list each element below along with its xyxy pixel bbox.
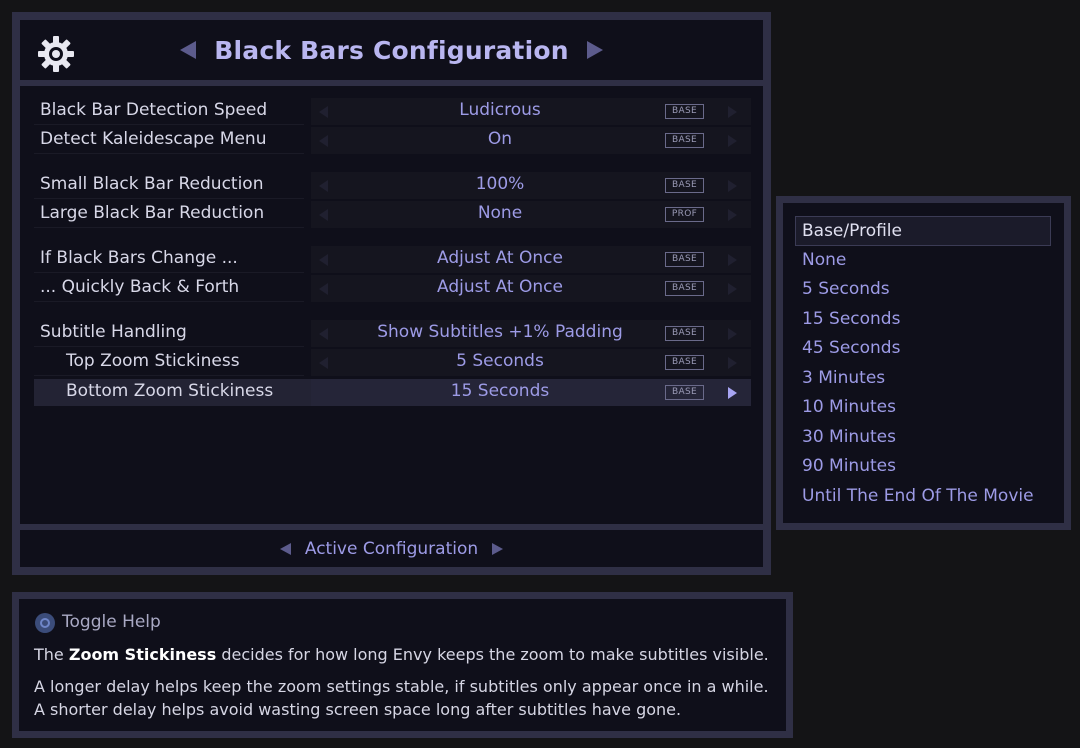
- options-dropdown: Base/Profile None 5 Seconds 15 Seconds 4…: [776, 196, 1071, 530]
- arrow-right-icon[interactable]: [728, 135, 737, 147]
- help-text-line-3: A shorter delay helps avoid wasting scre…: [34, 700, 682, 719]
- option-item[interactable]: 10 Minutes: [795, 393, 1051, 423]
- setting-row-subtitle-handling[interactable]: Subtitle Handling Show Subtitles +1% Pad…: [34, 320, 751, 347]
- setting-label: Bottom Zoom Stickiness: [66, 381, 274, 401]
- option-item[interactable]: 15 Seconds: [795, 305, 1051, 335]
- base-badge: BASE: [665, 281, 704, 296]
- setting-label: ... Quickly Back & Forth: [40, 277, 240, 297]
- setting-value-box[interactable]: None PROF: [311, 201, 751, 228]
- settings-list: Black Bar Detection Speed Ludicrous BASE…: [20, 86, 763, 524]
- arrow-right-icon[interactable]: [728, 328, 737, 340]
- setting-label: Subtitle Handling: [40, 322, 187, 342]
- previous-page-arrow-icon[interactable]: [180, 41, 197, 59]
- footer-bar: Active Configuration: [20, 530, 763, 567]
- help-text-line-2: A longer delay helps keep the zoom setti…: [34, 677, 769, 696]
- setting-label: Large Black Bar Reduction: [40, 203, 265, 223]
- setting-row-detect-kaleidescape-menu[interactable]: Detect Kaleidescape Menu On BASE: [34, 127, 751, 154]
- setting-label: If Black Bars Change ...: [40, 248, 238, 268]
- option-item[interactable]: 45 Seconds: [795, 334, 1051, 364]
- setting-value: On: [487, 129, 513, 149]
- setting-label: Detect Kaleidescape Menu: [40, 129, 267, 149]
- setting-value-box[interactable]: On BASE: [311, 127, 751, 154]
- help-circle-icon[interactable]: [35, 613, 55, 633]
- setting-row-detection-speed[interactable]: Black Bar Detection Speed Ludicrous BASE: [34, 98, 751, 125]
- setting-row-small-bar-reduction[interactable]: Small Black Bar Reduction 100% BASE: [34, 172, 751, 199]
- setting-label: Small Black Bar Reduction: [40, 174, 264, 194]
- setting-value-box[interactable]: Show Subtitles +1% Padding BASE: [311, 320, 751, 347]
- arrow-right-icon[interactable]: [728, 254, 737, 266]
- setting-row-quickly-back-forth[interactable]: ... Quickly Back & Forth Adjust At Once …: [34, 275, 751, 302]
- setting-row-bottom-zoom-stickiness[interactable]: Bottom Zoom Stickiness 15 Seconds BASE: [34, 379, 751, 406]
- option-item-selected[interactable]: Base/Profile: [795, 216, 1051, 246]
- setting-value: Adjust At Once: [437, 248, 563, 268]
- setting-value-box[interactable]: Adjust At Once BASE: [311, 246, 751, 273]
- setting-value: 100%: [475, 174, 525, 194]
- setting-row-top-zoom-stickiness[interactable]: Top Zoom Stickiness 5 Seconds BASE: [34, 349, 751, 376]
- arrow-right-icon[interactable]: [728, 357, 737, 369]
- arrow-right-icon[interactable]: [728, 387, 737, 399]
- option-item[interactable]: 5 Seconds: [795, 275, 1051, 305]
- next-configuration-arrow-icon[interactable]: [492, 542, 504, 555]
- setting-label: Black Bar Detection Speed: [40, 100, 268, 120]
- previous-configuration-arrow-icon[interactable]: [279, 542, 291, 555]
- help-text-line-1: The Zoom Stickiness decides for how long…: [34, 645, 769, 664]
- base-badge: BASE: [665, 355, 704, 370]
- base-badge: BASE: [665, 178, 704, 193]
- base-badge: BASE: [665, 326, 704, 341]
- base-badge: BASE: [665, 104, 704, 119]
- setting-value: 5 Seconds: [456, 351, 544, 371]
- setting-value-box[interactable]: 5 Seconds BASE: [311, 349, 751, 376]
- active-configuration-label[interactable]: Active Configuration: [305, 539, 478, 559]
- setting-value-box[interactable]: Ludicrous BASE: [311, 98, 751, 125]
- profile-badge: PROF: [665, 207, 704, 222]
- setting-row-if-black-bars-change[interactable]: If Black Bars Change ... Adjust At Once …: [34, 246, 751, 273]
- option-item[interactable]: 90 Minutes: [795, 452, 1051, 482]
- option-item[interactable]: Until The End Of The Movie: [795, 482, 1051, 512]
- help-panel: Toggle Help The Zoom Stickiness decides …: [12, 592, 793, 738]
- arrow-right-icon[interactable]: [728, 106, 737, 118]
- setting-value: None: [477, 203, 523, 223]
- setting-row-large-bar-reduction[interactable]: Large Black Bar Reduction None PROF: [34, 201, 751, 228]
- base-badge: BASE: [665, 133, 704, 148]
- arrow-right-icon[interactable]: [728, 209, 737, 221]
- main-panel: Black Bars Configuration Black Bar Detec…: [12, 12, 771, 575]
- setting-value-box[interactable]: Adjust At Once BASE: [311, 275, 751, 302]
- title-bar: Black Bars Configuration: [20, 20, 763, 80]
- next-page-arrow-icon[interactable]: [586, 41, 603, 59]
- setting-value: Show Subtitles +1% Padding: [377, 322, 623, 342]
- base-badge: BASE: [665, 385, 704, 400]
- help-term: Zoom Stickiness: [68, 645, 217, 664]
- setting-value: 15 Seconds: [450, 381, 550, 401]
- page-title: Black Bars Configuration: [214, 35, 569, 65]
- setting-value-box[interactable]: 15 Seconds BASE: [311, 379, 751, 406]
- option-item[interactable]: None: [795, 246, 1051, 276]
- setting-label: Top Zoom Stickiness: [66, 351, 240, 371]
- option-item[interactable]: 30 Minutes: [795, 423, 1051, 453]
- option-item[interactable]: 3 Minutes: [795, 364, 1051, 394]
- arrow-right-icon[interactable]: [728, 283, 737, 295]
- setting-value-box[interactable]: 100% BASE: [311, 172, 751, 199]
- base-badge: BASE: [665, 252, 704, 267]
- setting-value: Adjust At Once: [437, 277, 563, 297]
- toggle-help-label[interactable]: Toggle Help: [62, 612, 161, 632]
- setting-value: Ludicrous: [459, 100, 541, 120]
- arrow-right-icon[interactable]: [728, 180, 737, 192]
